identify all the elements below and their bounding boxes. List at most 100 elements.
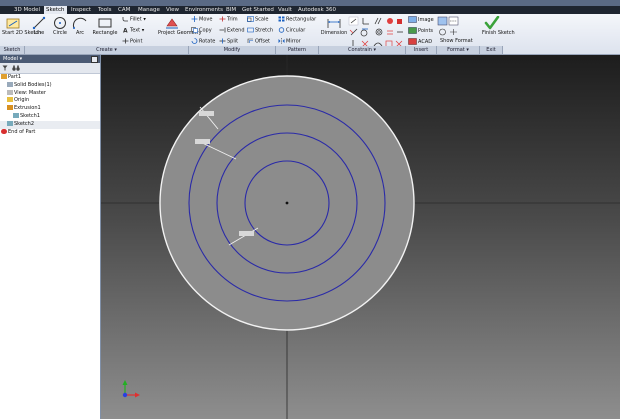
start-2d-sketch-button[interactable]: Start 2D Sketch [2,16,41,37]
browser-toolbar [0,63,100,74]
stretch-button[interactable]: Stretch [247,27,273,34]
rectangle-button[interactable]: Rectangle [92,16,118,37]
tab-3d-model[interactable]: 3D Model [14,6,40,14]
constraint-icon-grid [348,16,404,50]
split-icon [219,38,226,44]
mirror-icon [278,38,285,44]
panel-label-sketch: Sketch [0,46,25,54]
fillet-button[interactable]: Fillet ▾ [122,16,146,23]
extend-icon [219,27,226,33]
extend-button[interactable]: Extend [219,27,245,34]
tree-item-origin[interactable]: Origin [0,97,100,105]
parallel-icon[interactable] [374,17,382,25]
tab-view[interactable]: View [166,6,179,14]
circular-pattern-button[interactable]: Circular [278,27,305,34]
coincident-icon[interactable] [348,16,359,26]
tree-item-end-of-part[interactable]: End of Part [0,128,100,137]
lock-icon[interactable] [397,19,402,24]
image-button[interactable]: Image [408,16,434,23]
arc-button[interactable]: Arc [71,16,89,37]
part-icon [1,74,7,79]
tab-manage[interactable]: Manage [138,6,160,14]
line-button[interactable]: Line [30,16,48,37]
browser-close-icon[interactable] [91,56,98,63]
browser-tree: Part1 Solid Bodies(1) View: Master Origi… [0,74,100,136]
fillet-icon [122,17,128,22]
centerline-icon[interactable] [448,16,459,26]
equal-icon[interactable] [387,30,393,35]
dimension-button[interactable]: Dimension [320,16,348,37]
sketch-plane-icon [6,18,20,29]
acad-button[interactable]: ACAD [408,38,432,45]
show-format-button[interactable]: Show Format [440,38,473,44]
tab-cam[interactable]: CAM [118,6,130,14]
constraint-icons [348,16,403,48]
rotate-button[interactable]: Rotate [191,38,215,45]
driven-dimension-icon[interactable] [450,29,457,35]
panel-label-exit: Exit [480,46,503,54]
scale-button[interactable]: Scale [247,16,268,23]
tab-tools[interactable]: Tools [98,6,112,14]
fix-icon[interactable] [387,18,393,24]
tangent-icon[interactable] [360,28,368,37]
tab-bim[interactable]: BIM [226,6,236,14]
rectangular-pattern-icon [278,16,285,22]
acad-icon [408,38,417,45]
panel-label-format[interactable]: Format ▾ [437,46,480,54]
stretch-icon [247,27,254,33]
filter-icon[interactable] [2,65,8,71]
tab-get-started[interactable]: Get Started [242,6,274,14]
copy-icon [191,27,198,33]
folder-icon [7,97,13,103]
tab-vault[interactable]: Vault [278,6,292,14]
rectangular-pattern-button[interactable]: Rectangular [278,16,316,23]
solid-bodies-icon [7,81,13,87]
points-button[interactable]: Points [408,27,433,34]
checkmark-icon [484,16,500,30]
project-geometry-icon [166,18,178,29]
concentric-icon[interactable] [375,28,383,36]
tab-inspect[interactable]: Inspect [71,6,91,14]
dimension-icon [327,19,341,28]
browser-header[interactable]: Model ▾ [0,55,100,63]
copy-button[interactable]: Copy [191,27,212,34]
sketch-center-point[interactable] [285,201,289,205]
panel-label-insert: Insert [406,46,437,54]
tree-item-part1[interactable]: Part1 [0,74,100,82]
tab-autodesk-360[interactable]: Autodesk 360 [298,6,336,14]
mirror-button[interactable]: Mirror [278,38,301,45]
panel-label-constrain[interactable]: Constrain ▾ [319,46,406,54]
sketch-icon [13,112,19,118]
text-button[interactable]: A Text ▾ [122,27,144,35]
point-button[interactable]: Point [122,38,142,45]
graphics-window[interactable] [101,55,620,419]
circle-icon [54,17,66,29]
offset-button[interactable]: Offset [247,38,270,45]
panel-label-pattern: Pattern [276,46,319,54]
center-point-icon[interactable] [439,28,446,36]
line-icon [32,16,46,30]
finish-sketch-button[interactable]: Finish Sketch [482,16,515,37]
tree-item-sketch1[interactable]: Sketch1 [0,112,100,121]
tree-item-sketch2[interactable]: Sketch2 [0,120,100,129]
circle-button[interactable]: Circle [51,16,69,37]
tab-sketch[interactable]: Sketch [44,6,67,14]
construction-icon[interactable] [437,16,448,26]
panel-label-create[interactable]: Create ▾ [25,46,189,54]
project-geometry-button[interactable]: Project Geometry [158,16,202,37]
view-icon [7,89,13,95]
collinear-icon[interactable] [349,28,358,36]
move-button[interactable]: Move [191,16,212,23]
tree-item-view-master[interactable]: View: Master [0,89,100,98]
perpendicular-icon[interactable] [362,18,369,25]
point-icon [122,38,129,44]
tree-item-solid-bodies[interactable]: Solid Bodies(1) [0,81,100,90]
trim-button[interactable]: Trim [219,16,238,23]
tab-environments[interactable]: Environments [185,6,223,14]
tree-item-extrusion1[interactable]: Extrusion1 [0,105,100,113]
split-button[interactable]: Split [219,38,238,45]
binoculars-icon[interactable] [12,65,20,71]
svg-text:A: A [123,28,128,34]
panel-label-modify: Modify [189,46,276,54]
offset-icon [247,38,253,43]
